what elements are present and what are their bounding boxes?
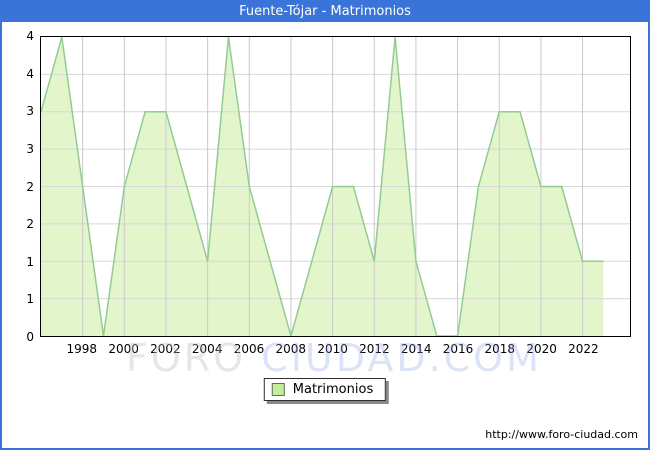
y-tick-label: 1: [26, 292, 34, 307]
y-tick-label: 4: [26, 66, 34, 81]
x-tick-label: 2004: [191, 342, 223, 356]
plot-area: [40, 36, 631, 337]
area-chart: [41, 37, 630, 336]
x-tick-label: 2000: [108, 342, 139, 356]
legend-label: Matrimonios: [292, 382, 374, 397]
x-tick-label: 2010: [317, 342, 348, 356]
legend-swatch-icon: [271, 383, 285, 396]
source-url[interactable]: http://www.foro-ciudad.com: [485, 428, 638, 441]
x-tick-label: 2020: [526, 342, 557, 356]
x-tick-label: 2006: [233, 342, 265, 356]
x-tick-label: 1998: [66, 342, 98, 356]
chart-window: Fuente-Tójar - Matrimonios 4 4 3 3 2 2 1 1 0 199…: [0, 0, 650, 450]
y-tick-label: 3: [26, 104, 34, 119]
y-tick-label: 2: [26, 179, 34, 194]
x-tick-label: 2008: [275, 342, 307, 356]
x-tick-label: 2016: [442, 342, 474, 356]
y-tick-label: 2: [26, 217, 34, 232]
legend-box: Matrimonios: [263, 378, 387, 401]
y-tick-label: 0: [26, 330, 34, 344]
y-tick-label: 4: [26, 29, 34, 43]
x-tick-label: 2012: [359, 342, 390, 356]
x-tick-label: 2018: [484, 342, 516, 356]
x-tick-label: 2002: [150, 342, 181, 356]
x-tick-label: 2022: [568, 342, 599, 356]
x-tick-label: 2014: [400, 342, 432, 356]
y-tick-label: 1: [26, 254, 34, 269]
chart-title: Fuente-Tójar - Matrimonios: [2, 2, 648, 22]
y-tick-label: 3: [26, 141, 34, 156]
